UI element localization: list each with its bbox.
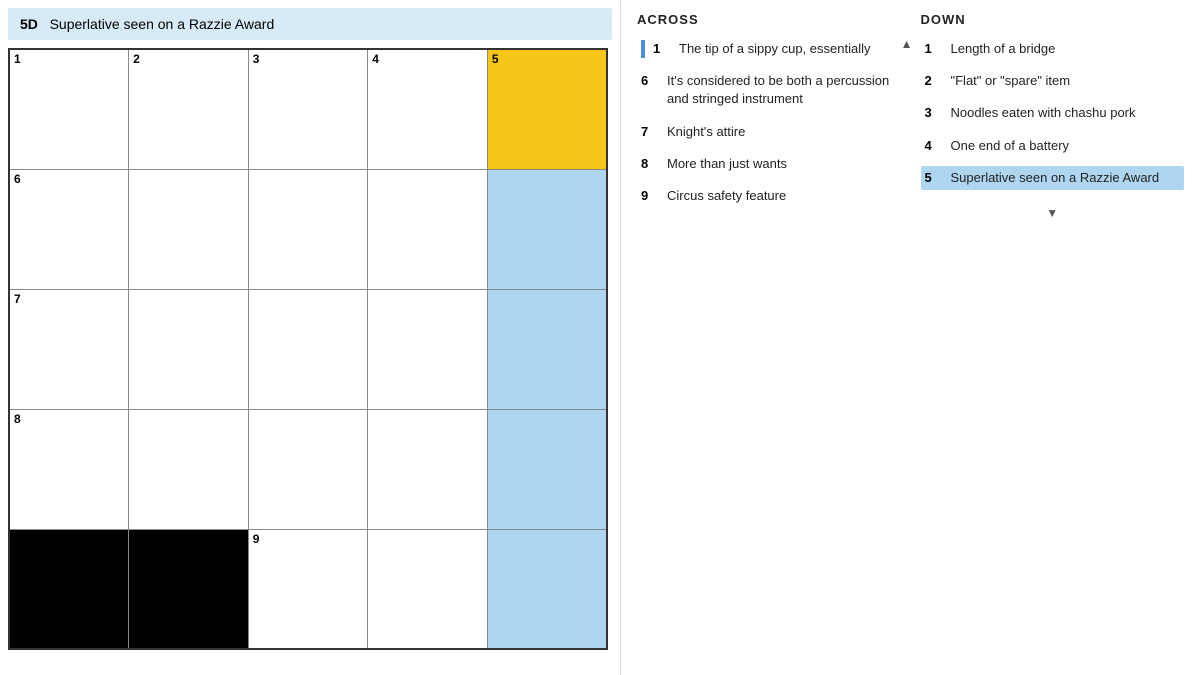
- across-clue-1[interactable]: 1 The tip of a sippy cup, essentially: [637, 37, 901, 61]
- down-clue-num-2: 2: [925, 72, 945, 90]
- active-clue-header: 5D Superlative seen on a Razzie Award: [8, 8, 612, 40]
- cell-r0-c4[interactable]: 5: [487, 49, 607, 169]
- down-clue-num-4: 4: [925, 137, 945, 155]
- cell-r3-c1[interactable]: [129, 409, 249, 529]
- cell-r1-c2[interactable]: [248, 169, 368, 289]
- cell-number-7: 7: [14, 293, 21, 305]
- cell-number-3: 3: [253, 53, 260, 65]
- down-clue-num-5: 5: [925, 169, 945, 187]
- down-clue-5[interactable]: 5 Superlative seen on a Razzie Award: [921, 166, 1185, 190]
- across-clue-num-7: 7: [641, 123, 661, 141]
- grid-container: 1 2 3 4 5 6 7 8 9: [8, 48, 608, 650]
- down-clues-list: 1 Length of a bridge 2 "Flat" or "spare" it…: [921, 37, 1185, 198]
- cell-r4-c3[interactable]: [368, 529, 488, 649]
- cell-r0-c0[interactable]: 1: [9, 49, 129, 169]
- cell-r2-c1[interactable]: [129, 289, 249, 409]
- across-clue-8[interactable]: 8 More than just wants: [637, 152, 901, 176]
- across-clue-7[interactable]: 7 Knight's attire: [637, 120, 901, 144]
- down-clue-4[interactable]: 4 One end of a battery: [921, 134, 1185, 158]
- across-clue-6[interactable]: 6It's considered to be both a percussion…: [637, 69, 901, 111]
- down-clue-text-1: Length of a bridge: [951, 40, 1056, 58]
- cell-r4-c0[interactable]: [9, 529, 129, 649]
- clues-panel: ACROSS ▲ 1 The tip of a sippy cup, essent…: [620, 0, 1200, 675]
- cell-r1-c3[interactable]: [368, 169, 488, 289]
- active-clue-text: Superlative seen on a Razzie Award: [50, 16, 275, 32]
- cell-r2-c0[interactable]: 7: [9, 289, 129, 409]
- cell-number-4: 4: [372, 53, 379, 65]
- cell-number-1: 1: [14, 53, 21, 65]
- crossword-panel: 5D Superlative seen on a Razzie Award 1 2…: [0, 0, 620, 675]
- cell-r1-c4[interactable]: [487, 169, 607, 289]
- cell-r4-c1[interactable]: [129, 529, 249, 649]
- cell-number-9: 9: [253, 533, 260, 545]
- cell-r3-c2[interactable]: [248, 409, 368, 529]
- cell-r2-c4[interactable]: [487, 289, 607, 409]
- cell-r3-c3[interactable]: [368, 409, 488, 529]
- across-clue-text-7: Knight's attire: [667, 123, 745, 141]
- cell-number-8: 8: [14, 413, 21, 425]
- across-clue-text-1: The tip of a sippy cup, essentially: [679, 40, 871, 58]
- down-column: DOWN 1 Length of a bridge 2 "Flat" or "spar…: [921, 12, 1185, 663]
- cell-r3-c0[interactable]: 8: [9, 409, 129, 529]
- cell-number-5: 5: [492, 53, 499, 65]
- cell-r0-c1[interactable]: 2: [129, 49, 249, 169]
- down-clue-num-3: 3: [925, 104, 945, 122]
- down-clue-text-5: Superlative seen on a Razzie Award: [951, 169, 1160, 187]
- down-clue-1[interactable]: 1 Length of a bridge: [921, 37, 1185, 61]
- scroll-up-arrow[interactable]: ▲: [901, 37, 913, 51]
- cell-r4-c4[interactable]: [487, 529, 607, 649]
- cell-r2-c3[interactable]: [368, 289, 488, 409]
- across-clue-9[interactable]: 9 Circus safety feature: [637, 184, 901, 208]
- cell-r4-c2[interactable]: 9: [248, 529, 368, 649]
- cell-number-2: 2: [133, 53, 140, 65]
- active-clue-number: 5D: [20, 16, 38, 32]
- across-clue-num-9: 9: [641, 187, 661, 205]
- across-clue-text-9: Circus safety feature: [667, 187, 786, 205]
- down-clue-2[interactable]: 2 "Flat" or "spare" item: [921, 69, 1185, 93]
- down-clue-num-1: 1: [925, 40, 945, 58]
- across-clue-num-6: 6: [641, 72, 661, 108]
- cell-r0-c3[interactable]: 4: [368, 49, 488, 169]
- cell-r3-c4[interactable]: [487, 409, 607, 529]
- scroll-down-arrow[interactable]: ▼: [921, 206, 1185, 220]
- down-clue-3[interactable]: 3 Noodles eaten with chashu pork: [921, 101, 1185, 125]
- across-column: ACROSS ▲ 1The tip of a sippy cup, essent…: [637, 12, 901, 663]
- across-clue-num-1: 1: [653, 40, 673, 58]
- across-clues-list: 1 The tip of a sippy cup, essentially 6It'…: [637, 37, 901, 216]
- down-title: DOWN: [921, 12, 1185, 27]
- down-clue-text-3: Noodles eaten with chashu pork: [951, 104, 1136, 122]
- cell-r0-c2[interactable]: 3: [248, 49, 368, 169]
- crossword-grid[interactable]: 1 2 3 4 5 6 7 8 9: [8, 48, 608, 650]
- across-title: ACROSS: [637, 12, 901, 27]
- cell-r2-c2[interactable]: [248, 289, 368, 409]
- cell-r1-c0[interactable]: 6: [9, 169, 129, 289]
- cell-number-6: 6: [14, 173, 21, 185]
- across-clue-text-8: More than just wants: [667, 155, 787, 173]
- cell-r1-c1[interactable]: [129, 169, 249, 289]
- across-clue-num-8: 8: [641, 155, 661, 173]
- active-indicator-bar: [641, 40, 645, 58]
- across-clue-text-6: It's considered to be both a percussion …: [667, 72, 897, 108]
- down-clue-text-2: "Flat" or "spare" item: [951, 72, 1071, 90]
- down-clue-text-4: One end of a battery: [951, 137, 1070, 155]
